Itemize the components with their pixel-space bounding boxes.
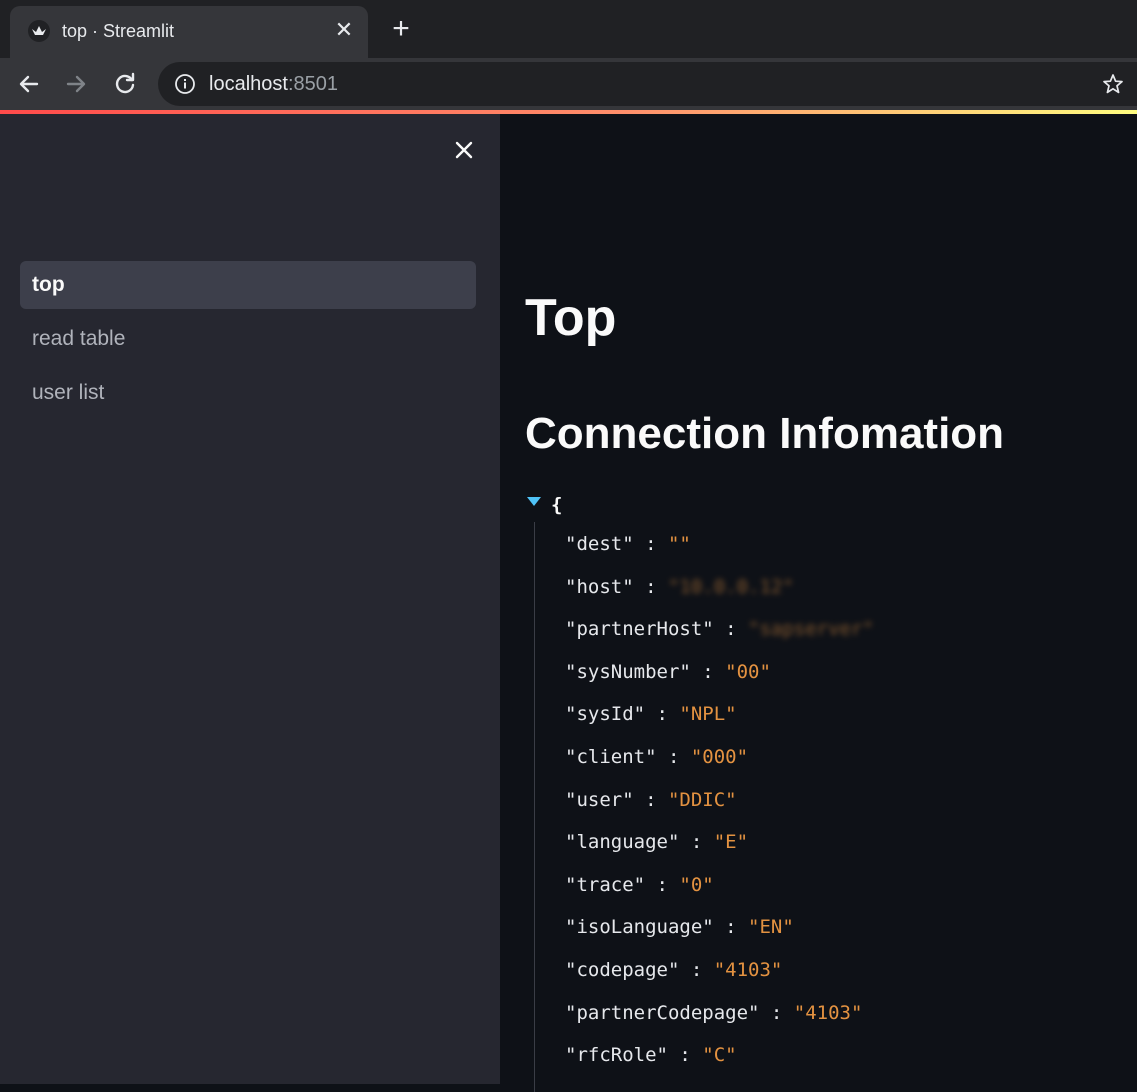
page-title: Top xyxy=(525,289,617,347)
json-row: "dest" : "" xyxy=(565,531,874,574)
page-nav: top read table user list xyxy=(20,261,476,423)
json-row: "partnerHost" : "sapserver" xyxy=(565,616,874,659)
json-colon: : xyxy=(679,831,714,854)
browser-tab[interactable]: top · Streamlit ✕ xyxy=(10,6,368,58)
json-value: "C" xyxy=(702,1044,737,1067)
browser-tabstrip: top · Streamlit ✕ + xyxy=(0,0,1137,58)
json-value: "" xyxy=(667,533,691,555)
json-colon: : xyxy=(667,1044,703,1067)
json-colon: : xyxy=(690,660,726,683)
json-value: "0" xyxy=(679,873,714,896)
json-row: "language" : "E" xyxy=(565,829,874,872)
address-bar[interactable]: localhost:8501 xyxy=(158,62,1137,106)
json-row: "trace" : "0" xyxy=(565,872,874,915)
json-key: "isoLanguage" xyxy=(565,916,714,939)
back-arrow-icon[interactable] xyxy=(13,68,45,100)
new-tab-plus-icon[interactable]: + xyxy=(388,14,414,44)
json-row: "host" : "10.0.0.12" xyxy=(565,574,874,617)
close-tab-icon[interactable]: ✕ xyxy=(334,19,354,41)
json-colon: : xyxy=(645,873,680,896)
caret-down-icon[interactable] xyxy=(527,497,541,507)
json-key: "client" xyxy=(565,745,657,768)
json-value: "4103" xyxy=(713,958,783,981)
json-key: "trace" xyxy=(565,873,646,896)
info-icon[interactable] xyxy=(174,73,196,95)
main-content: Top Connection Infomation { "dest" : "" "… xyxy=(500,114,1137,1092)
json-row: "client" : "000" xyxy=(565,744,874,787)
url-host: localhost xyxy=(209,73,288,95)
json-colon: : xyxy=(645,703,680,726)
forward-arrow-icon[interactable] xyxy=(60,68,92,100)
streamlit-crown-icon xyxy=(28,20,50,42)
json-key: "language" xyxy=(565,831,680,854)
json-key: "codepage" xyxy=(565,958,680,981)
json-key: "user" xyxy=(565,788,634,811)
star-icon[interactable] xyxy=(1101,72,1125,96)
json-open-brace: { xyxy=(551,494,563,516)
json-row: "sysNumber" : "00" xyxy=(565,659,874,702)
json-value: "E" xyxy=(713,831,749,854)
json-indent-guide xyxy=(534,522,535,1092)
browser-toolbar: localhost:8501 xyxy=(0,58,1137,110)
json-colon: : xyxy=(656,745,691,768)
tab-title: top · Streamlit xyxy=(62,21,175,41)
json-key: "sysId" xyxy=(565,703,646,726)
json-key: "host" xyxy=(565,575,634,598)
sidebar-item-user-list[interactable]: user list xyxy=(20,369,476,417)
json-colon: : xyxy=(633,788,668,811)
json-value: "EN" xyxy=(748,916,794,939)
json-colon: : xyxy=(713,618,749,641)
sidebar-item-top[interactable]: top xyxy=(20,261,476,309)
json-value: "000" xyxy=(690,745,749,768)
json-row: "user" : "DDIC" xyxy=(565,787,874,830)
json-value: "DDIC" xyxy=(667,788,737,811)
json-colon: : xyxy=(633,533,668,555)
section-title: Connection Infomation xyxy=(525,409,1005,458)
json-value: "10.0.0.12" xyxy=(667,575,794,598)
json-colon: : xyxy=(759,1001,794,1024)
json-value: "NPL" xyxy=(679,703,737,726)
json-colon: : xyxy=(713,916,749,939)
json-key: "rfcRole" xyxy=(565,1044,668,1067)
json-colon: : xyxy=(679,958,714,981)
json-key: "dest" xyxy=(565,533,634,555)
json-value: "00" xyxy=(725,660,771,683)
json-row: "rfcRole" : "C" xyxy=(565,1042,874,1085)
url-text[interactable]: localhost:8501 xyxy=(209,73,338,96)
json-rows: "dest" : "" "host" : "10.0.0.12" "partnerH… xyxy=(565,531,874,1085)
json-value: "4103" xyxy=(793,1001,863,1024)
json-row: "isoLanguage" : "EN" xyxy=(565,914,874,957)
json-key: "partnerCodepage" xyxy=(565,1001,760,1024)
url-port: :8501 xyxy=(287,73,338,95)
json-row: "sysId" : "NPL" xyxy=(565,701,874,744)
sidebar: top read table user list xyxy=(0,114,500,1084)
close-icon[interactable] xyxy=(452,138,476,162)
json-key: "partnerHost" xyxy=(565,618,714,641)
json-value: "sapserver" xyxy=(748,618,874,641)
json-row: "codepage" : "4103" xyxy=(565,957,874,1000)
json-row: "partnerCodepage" : "4103" xyxy=(565,1000,874,1043)
json-key: "sysNumber" xyxy=(565,660,691,683)
sidebar-item-read-table[interactable]: read table xyxy=(20,315,476,363)
reload-icon[interactable] xyxy=(109,68,141,100)
json-colon: : xyxy=(633,575,668,598)
